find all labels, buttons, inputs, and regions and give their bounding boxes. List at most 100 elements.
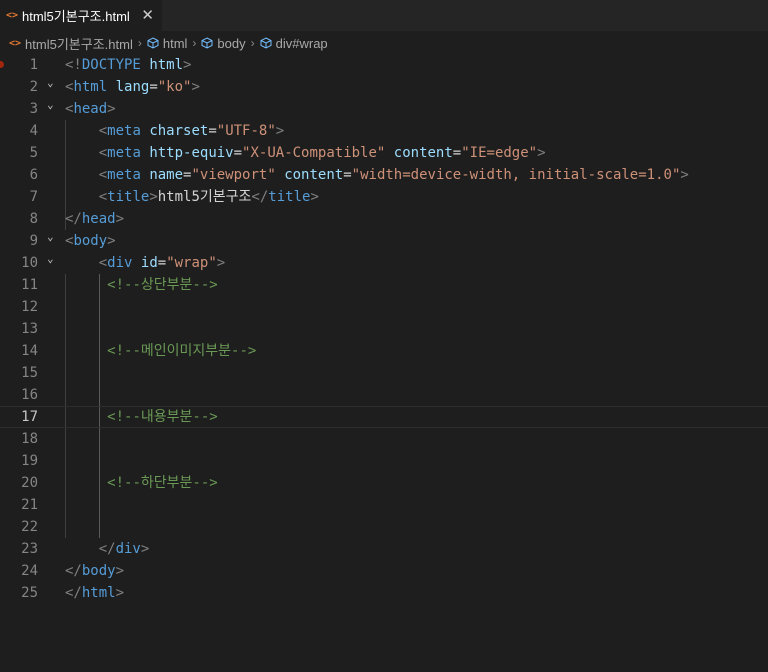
code-line[interactable]: 12 [0, 296, 768, 318]
line-number: 22 [21, 519, 38, 535]
code-text: <div id="wrap"> [65, 252, 225, 274]
code-token: "ko" [157, 79, 192, 95]
code-line[interactable]: 1 <!DOCTYPE html> [0, 54, 768, 76]
code-token: > [149, 189, 158, 205]
breadcrumb-file[interactable]: html5기본구조.html [25, 34, 133, 53]
breadcrumb-item-html[interactable]: html [163, 36, 188, 51]
code-editor[interactable]: 1 <!DOCTYPE html> 2 ⌄ <html lang="ko"> 3 ⌄ <hea… [0, 54, 768, 672]
code-token: lang [115, 79, 150, 95]
code-token: < [98, 255, 108, 271]
code-line[interactable]: 20 <!--하단부분--> [0, 472, 768, 494]
code-token: </ [251, 189, 269, 205]
code-line[interactable]: 7 <title>html5기본구조</title> [0, 186, 768, 208]
code-token: content [393, 145, 453, 161]
code-token: meta [107, 145, 141, 161]
breadcrumb-item-div-wrap[interactable]: div#wrap [276, 36, 328, 51]
code-token: meta [107, 167, 141, 183]
code-line[interactable]: 22 [0, 516, 768, 538]
code-line[interactable]: 2 ⌄ <html lang="ko"> [0, 76, 768, 98]
code-line[interactable]: 23 </div> [0, 538, 768, 560]
code-line[interactable]: 8 </head> [0, 208, 768, 230]
line-number: 16 [21, 387, 38, 403]
code-line[interactable]: 25 </html> [0, 582, 768, 604]
code-line[interactable]: 13 [0, 318, 768, 340]
code-token: = [157, 255, 167, 271]
line-number: 4 [29, 123, 38, 139]
fold-chevron-down-icon[interactable]: ⌄ [47, 248, 54, 270]
line-number: 17 [21, 409, 38, 425]
code-text: <head> [65, 98, 116, 120]
line-number: 20 [21, 475, 38, 491]
code-line[interactable]: 15 [0, 362, 768, 384]
code-token: = [208, 123, 217, 139]
fold-chevron-down-icon[interactable]: ⌄ [47, 94, 54, 116]
breadcrumb-item-body[interactable]: body [217, 36, 245, 51]
code-token: html [149, 57, 184, 73]
code-token: = [233, 145, 243, 161]
line-number: 14 [21, 343, 38, 359]
line-number: 9 [29, 233, 38, 249]
code-token: > [275, 123, 285, 139]
cube-icon [260, 37, 272, 49]
line-number: 2 [29, 79, 38, 95]
close-icon[interactable]: ✕ [141, 8, 154, 23]
fold-chevron-down-icon[interactable]: ⌄ [47, 226, 54, 248]
code-line[interactable]: 6 <meta name="viewport" content="width=d… [0, 164, 768, 186]
code-line[interactable]: 17 <!--내용부분--> [0, 406, 768, 428]
code-token: > [680, 167, 689, 183]
code-line[interactable]: 24 </body> [0, 560, 768, 582]
code-token: </ [65, 585, 82, 601]
code-token: html [73, 79, 108, 95]
code-token: < [98, 123, 108, 139]
code-token: title [107, 189, 150, 205]
line-number: 6 [29, 167, 38, 183]
line-number: 25 [21, 585, 38, 601]
tab-html5-file[interactable]: <> html5기본구조.html ✕ [0, 0, 162, 31]
code-line[interactable]: 3 ⌄ <head> [0, 98, 768, 120]
code-token: head [81, 211, 116, 227]
cube-icon [147, 37, 159, 49]
code-line[interactable]: 14 <!--메인이미지부분--> [0, 340, 768, 362]
fold-chevron-down-icon[interactable]: ⌄ [47, 72, 54, 94]
code-token: <!--하단부분--> [107, 475, 218, 491]
tab-bar: <> html5기본구조.html ✕ [0, 0, 768, 31]
chevron-right-icon: › [250, 36, 255, 50]
code-text: <!DOCTYPE html> [65, 54, 191, 76]
code-text: </html> [65, 582, 124, 604]
code-line[interactable]: 9 ⌄ <body> [0, 230, 768, 252]
tab-label: html5기본구조.html [22, 9, 130, 24]
chevron-right-icon: › [192, 36, 197, 50]
code-line[interactable]: 16 [0, 384, 768, 406]
code-token: body [81, 563, 116, 579]
code-line[interactable]: 4 <meta charset="UTF-8"> [0, 120, 768, 142]
code-token: > [140, 541, 150, 557]
code-line[interactable]: 18 [0, 428, 768, 450]
line-number: 15 [21, 365, 38, 381]
code-line[interactable]: 5 <meta http-equiv="X-UA-Compatible" con… [0, 142, 768, 164]
code-line[interactable]: 21 [0, 494, 768, 516]
code-token: </ [98, 541, 116, 557]
line-number: 8 [29, 211, 38, 227]
code-line[interactable]: 11 <!--상단부분--> [0, 274, 768, 296]
code-token: > [537, 145, 546, 161]
line-number: 23 [21, 541, 38, 557]
line-number: 13 [21, 321, 38, 337]
line-number: 11 [21, 277, 38, 293]
code-token: = [452, 145, 462, 161]
code-text: <!--상단부분--> [65, 274, 218, 296]
code-text: <meta name="viewport" content="width=dev… [65, 164, 689, 186]
code-token: http-equiv [149, 145, 234, 161]
code-line[interactable]: 19 [0, 450, 768, 472]
code-token: < [98, 189, 108, 205]
code-token: "width=device-width, initial-scale=1.0" [351, 167, 681, 183]
code-token: < [98, 145, 108, 161]
code-line[interactable]: 10 ⌄ <div id="wrap"> [0, 252, 768, 274]
code-token: </ [65, 563, 82, 579]
